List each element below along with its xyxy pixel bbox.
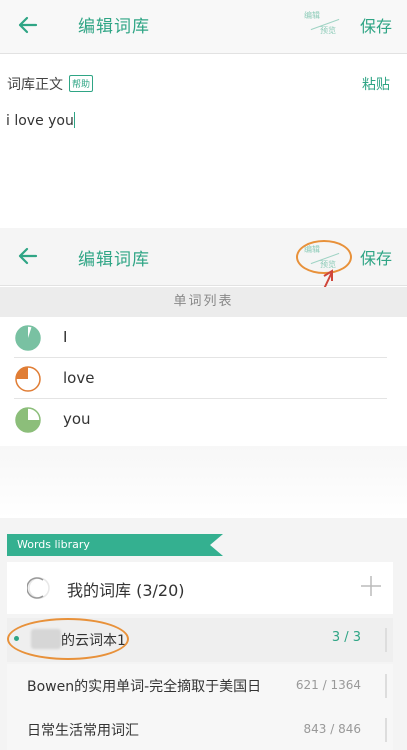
library-title: 我的词库 (3/20) [67, 581, 185, 600]
library-item-count: 3 / 3 [331, 630, 361, 645]
page-title: 编辑词库 [78, 17, 150, 37]
word-item[interactable]: I [0, 317, 407, 358]
word-text: love [63, 369, 95, 387]
library-item[interactable]: 的云词本1 3 / 3 [7, 618, 393, 662]
drag-handle[interactable] [385, 674, 387, 698]
progress-pie-icon [15, 325, 41, 351]
editor-screen: 编辑词库 编辑 预览 保存 词库正文 帮助 粘贴 i love you [0, 0, 407, 228]
paste-button[interactable]: 粘贴 [362, 74, 390, 94]
edit-preview-toggle[interactable]: 编辑 预览 [302, 244, 346, 274]
library-header: 我的词库 (3/20) [7, 562, 393, 614]
save-button[interactable]: 保存 [360, 245, 392, 269]
active-dot [14, 636, 19, 641]
drag-handle[interactable] [385, 628, 387, 652]
library-item-name: 日常生活常用词汇 [27, 723, 139, 739]
page-title: 编辑词库 [78, 250, 150, 270]
preview-screen: 编辑词库 编辑 预览 保存 单词列表 I love you [0, 228, 407, 518]
word-text: you [63, 410, 91, 428]
toggle-edit-label: 编辑 [304, 245, 320, 254]
library-item[interactable]: 日常生活常用词汇 843 / 846 [7, 708, 393, 750]
drag-handle[interactable] [385, 718, 387, 742]
back-arrow-icon[interactable] [14, 242, 42, 270]
library-item-name: 的云词本1 [61, 633, 126, 649]
preview-top-bar: 编辑词库 编辑 预览 保存 [0, 228, 407, 311]
body-label: 词库正文 [7, 77, 63, 93]
toggle-preview-label: 预览 [320, 26, 336, 35]
word-item[interactable]: love [0, 358, 407, 399]
editor-top-bar: 编辑词库 编辑 预览 保存 [0, 0, 407, 54]
word-list-header: 单词列表 [0, 287, 407, 317]
edit-preview-toggle[interactable]: 编辑 预览 [302, 10, 346, 40]
library-item-count: 621 / 1364 [295, 678, 361, 692]
library-item[interactable]: Bowen的实用单词-完全摘取于美国日 621 / 1364 [7, 664, 393, 708]
toggle-edit-label: 编辑 [304, 11, 320, 20]
word-item[interactable]: you [0, 399, 407, 440]
text-caret [73, 112, 75, 128]
library-item-count: 843 / 846 [303, 722, 361, 736]
add-icon[interactable] [359, 574, 383, 598]
progress-pie-icon [15, 407, 41, 433]
word-text: I [63, 328, 68, 346]
loading-spinner-icon [27, 577, 50, 599]
help-button[interactable]: 帮助 [69, 75, 94, 92]
library-item-name: Bowen的实用单词-完全摘取于美国日 [27, 679, 262, 695]
save-button[interactable]: 保存 [360, 13, 392, 37]
blurred-text [31, 629, 61, 649]
content-text: i love you [6, 113, 74, 129]
content-textarea[interactable]: i love you [6, 112, 396, 172]
fade-gap [0, 446, 407, 518]
toggle-preview-label: 预览 [320, 260, 336, 269]
body-label-row: 词库正文 帮助 [7, 74, 94, 94]
words-library-ribbon: Words library [7, 534, 223, 556]
progress-pie-icon [15, 366, 41, 392]
back-arrow-icon[interactable] [14, 11, 42, 39]
word-list: I love you [0, 317, 407, 440]
library-screen: Words library 我的词库 (3/20) 的云词本1 3 / 3 Bo… [0, 518, 407, 750]
